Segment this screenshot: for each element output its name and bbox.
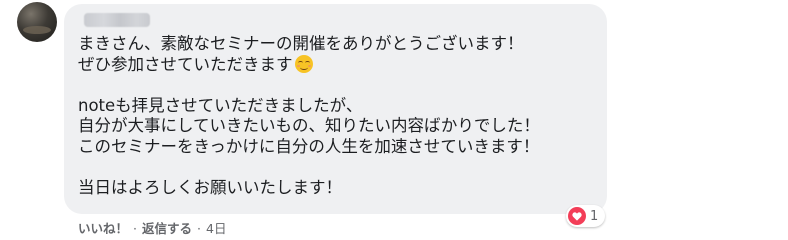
avatar[interactable] xyxy=(17,2,57,42)
separator: · xyxy=(197,221,201,236)
comment-line: このセミナーをきっかけに自分の人生を加速させていきます！ xyxy=(78,136,540,156)
comment-line: 自分が大事にしていきたいもの、知りたい内容ばかりでした！ xyxy=(78,116,540,135)
smiling-face-emoji-icon xyxy=(294,54,313,73)
comment-line: 当日はよろしくお願いいたします！ xyxy=(78,177,342,197)
avatar-image xyxy=(23,26,51,34)
comment-actions: いいね！ · 返信する · 4日 xyxy=(78,218,226,237)
comment-text: まきさん、素敵なセミナーの開催をありがとうございます！ ぜひ参加させていただきま… xyxy=(78,34,593,198)
comment-line: まきさん、素敵なセミナーの開催をありがとうございます！ xyxy=(78,34,524,53)
reaction-count: 1 xyxy=(590,208,599,224)
separator: · xyxy=(133,221,137,236)
comment-line: noteも拝見させていただきましたが、 xyxy=(78,95,363,115)
comment-thread: まきさん、素敵なセミナーの開催をありがとうございます！ ぜひ参加させていただきま… xyxy=(0,0,788,240)
reaction-summary[interactable]: 1 xyxy=(566,205,606,227)
reply-button[interactable]: 返信する xyxy=(142,221,192,236)
author-name-blurred[interactable] xyxy=(84,13,150,27)
comment-bubble: まきさん、素敵なセミナーの開催をありがとうございます！ ぜひ参加させていただきま… xyxy=(64,4,607,214)
comment-line-text: ぜひ参加させていただきます xyxy=(78,54,293,74)
heart-icon xyxy=(568,207,586,225)
timestamp[interactable]: 4日 xyxy=(206,221,226,236)
like-button[interactable]: いいね！ xyxy=(78,221,128,236)
comment-line: ぜひ参加させていただきます xyxy=(78,54,593,76)
